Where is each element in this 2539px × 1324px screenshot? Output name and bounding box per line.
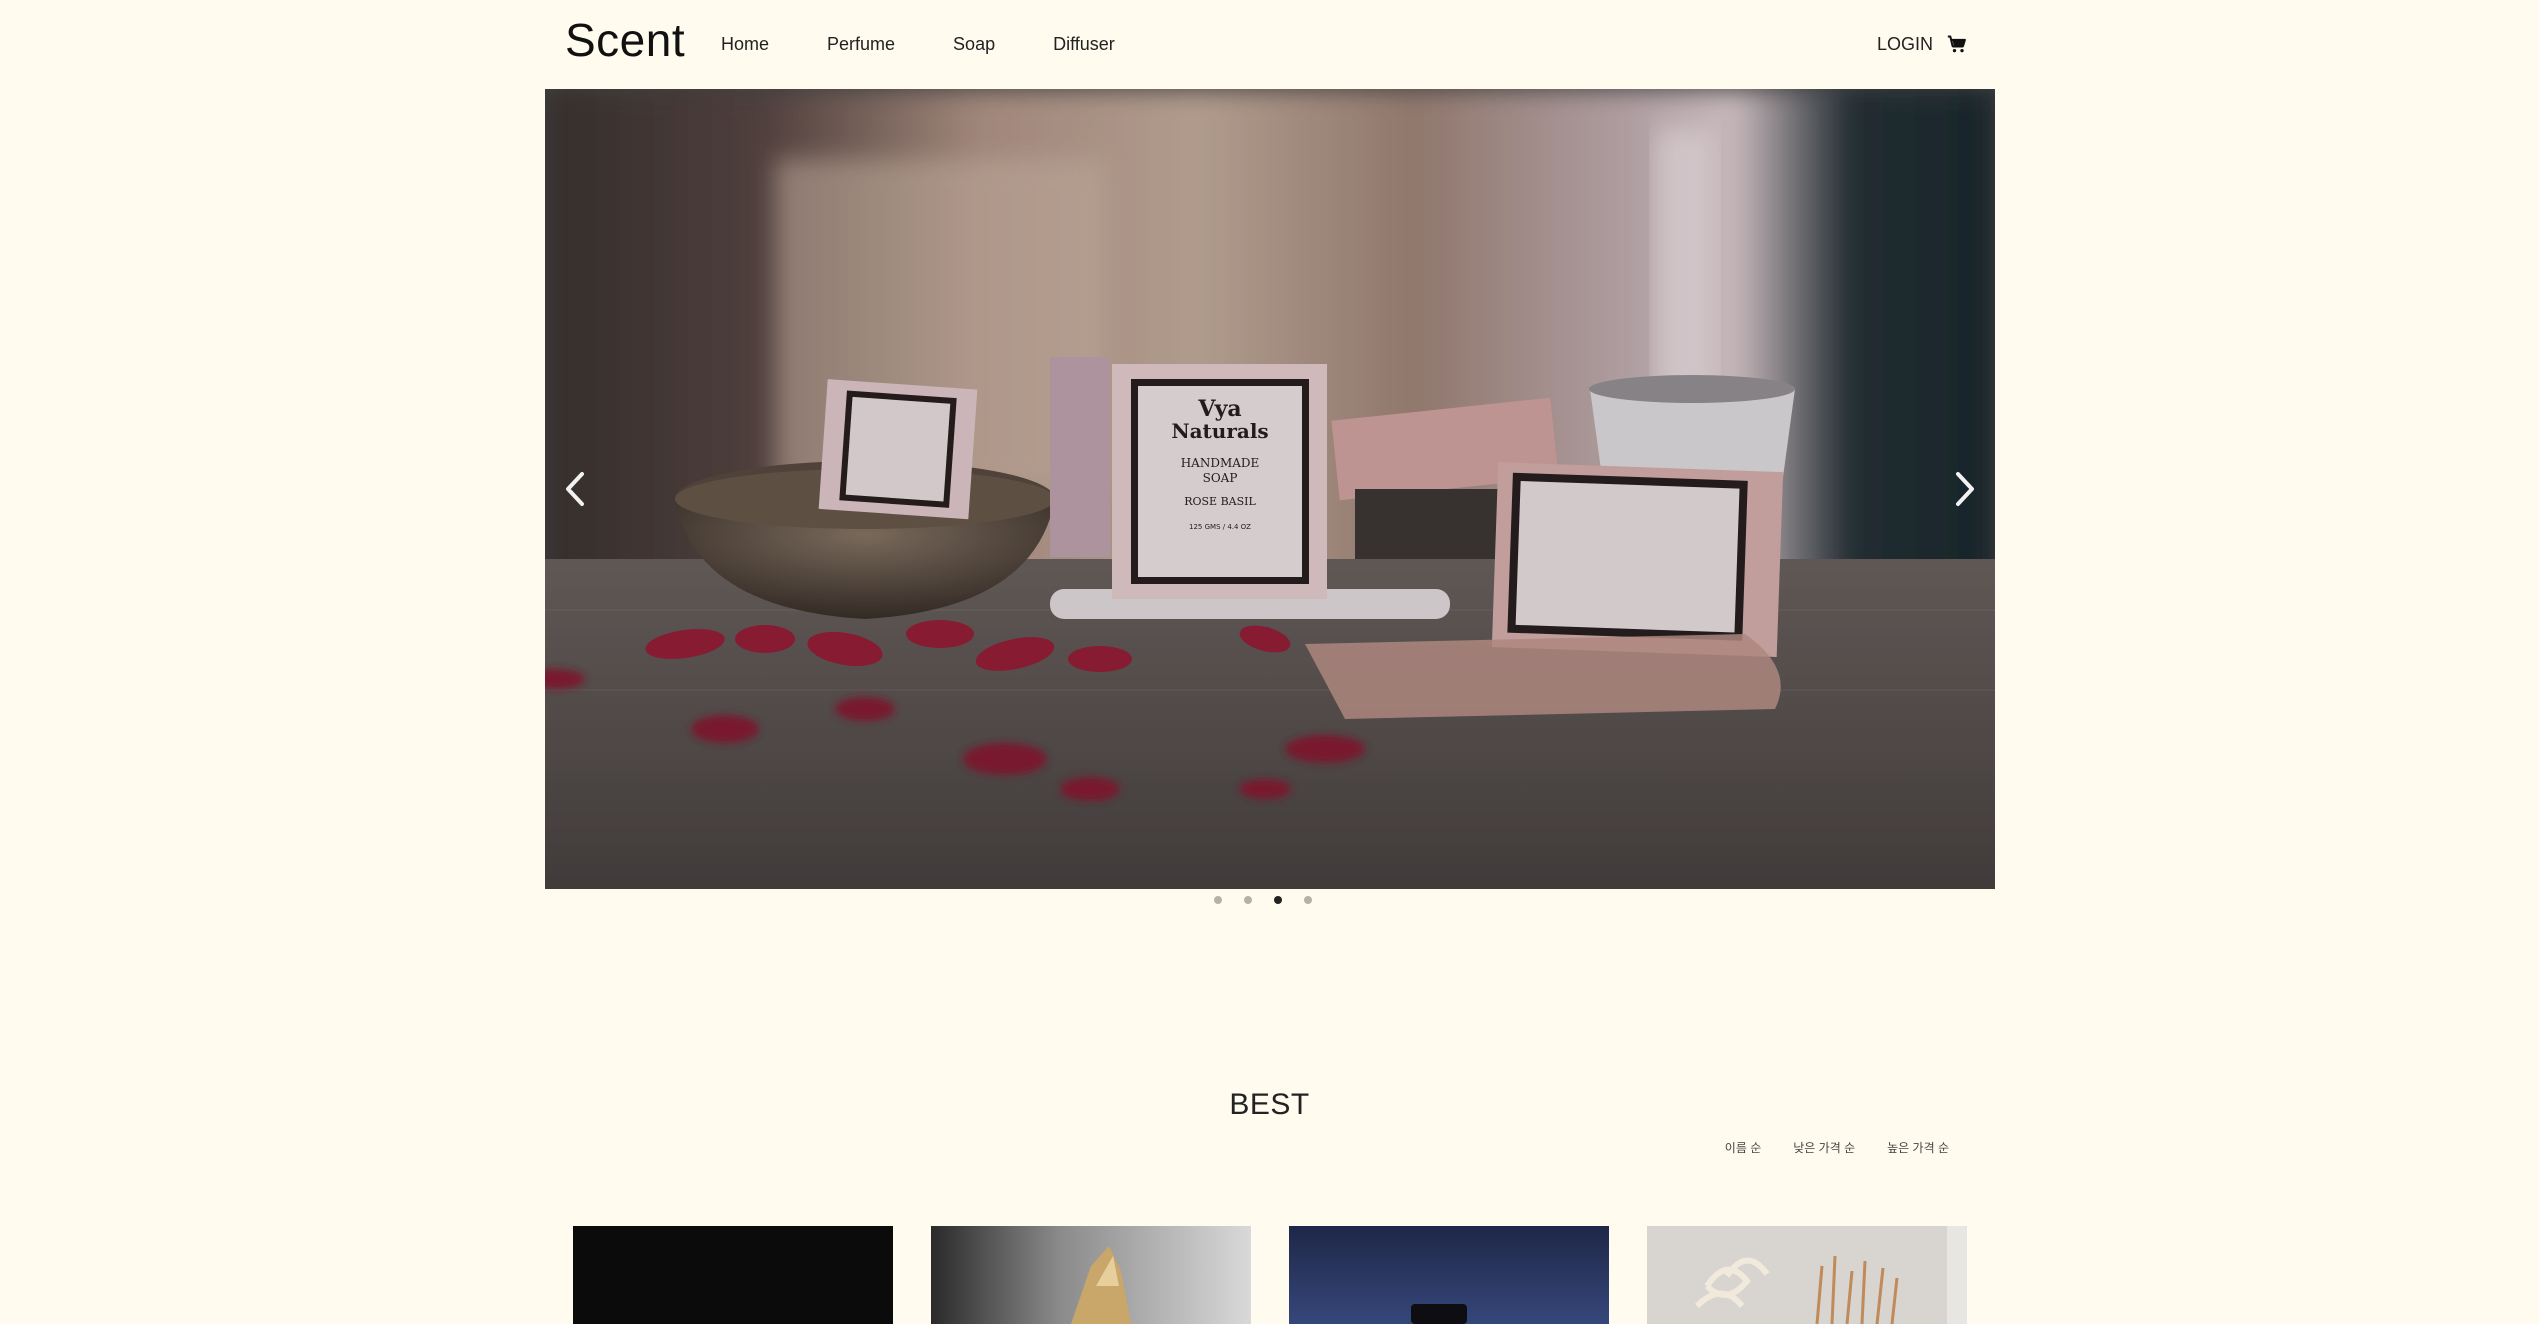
carousel-dot-2[interactable]	[1244, 896, 1252, 904]
site-logo[interactable]: Scent	[565, 12, 685, 68]
product-card[interactable]	[931, 1226, 1251, 1324]
hero-carousel[interactable]: Vya Naturals HANDMADE SOAP ROSE BASIL 12…	[545, 89, 1995, 889]
nav-diffuser[interactable]: Diffuser	[1053, 30, 1115, 58]
product-card[interactable]	[573, 1226, 893, 1324]
chevron-left-icon	[566, 472, 584, 506]
hero-slide-image: Vya Naturals HANDMADE SOAP ROSE BASIL 12…	[545, 89, 1995, 889]
nav-soap[interactable]: Soap	[953, 30, 995, 58]
main-nav: Home Perfume Soap Diffuser	[721, 30, 1173, 58]
carousel-indicators	[1214, 896, 1312, 904]
sort-by-price-high[interactable]: 높은 가격 순	[1887, 1139, 1949, 1157]
product-card[interactable]	[1289, 1226, 1609, 1324]
product-image	[931, 1226, 1251, 1324]
chevron-right-icon	[1956, 472, 1974, 506]
sort-options: 이름 순 낮은 가격 순 높은 가격 순	[1725, 1139, 1949, 1157]
best-section-title: BEST	[1229, 1088, 1310, 1121]
carousel-next-button[interactable]	[1935, 459, 1995, 519]
product-image	[1289, 1226, 1609, 1324]
login-link[interactable]: LOGIN	[1877, 30, 1933, 58]
header-actions: LOGIN	[1877, 30, 1967, 58]
page: Scent Home Perfume Soap Diffuser LOGIN V…	[0, 0, 2539, 1324]
carousel-dot-4[interactable]	[1304, 896, 1312, 904]
nav-perfume[interactable]: Perfume	[827, 30, 895, 58]
nav-home[interactable]: Home	[721, 30, 769, 58]
site-header: Scent Home Perfume Soap Diffuser LOGIN	[545, 0, 1995, 89]
sort-by-name[interactable]: 이름 순	[1725, 1139, 1761, 1157]
carousel-prev-button[interactable]	[545, 459, 605, 519]
cart-icon[interactable]	[1947, 34, 1967, 54]
best-product-list	[573, 1226, 1967, 1324]
product-image	[1647, 1226, 1967, 1324]
product-image	[573, 1226, 893, 1324]
carousel-dot-1[interactable]	[1214, 896, 1222, 904]
sort-by-price-low[interactable]: 낮은 가격 순	[1793, 1139, 1855, 1157]
product-card[interactable]	[1647, 1226, 1967, 1324]
carousel-dot-3[interactable]	[1274, 896, 1282, 904]
